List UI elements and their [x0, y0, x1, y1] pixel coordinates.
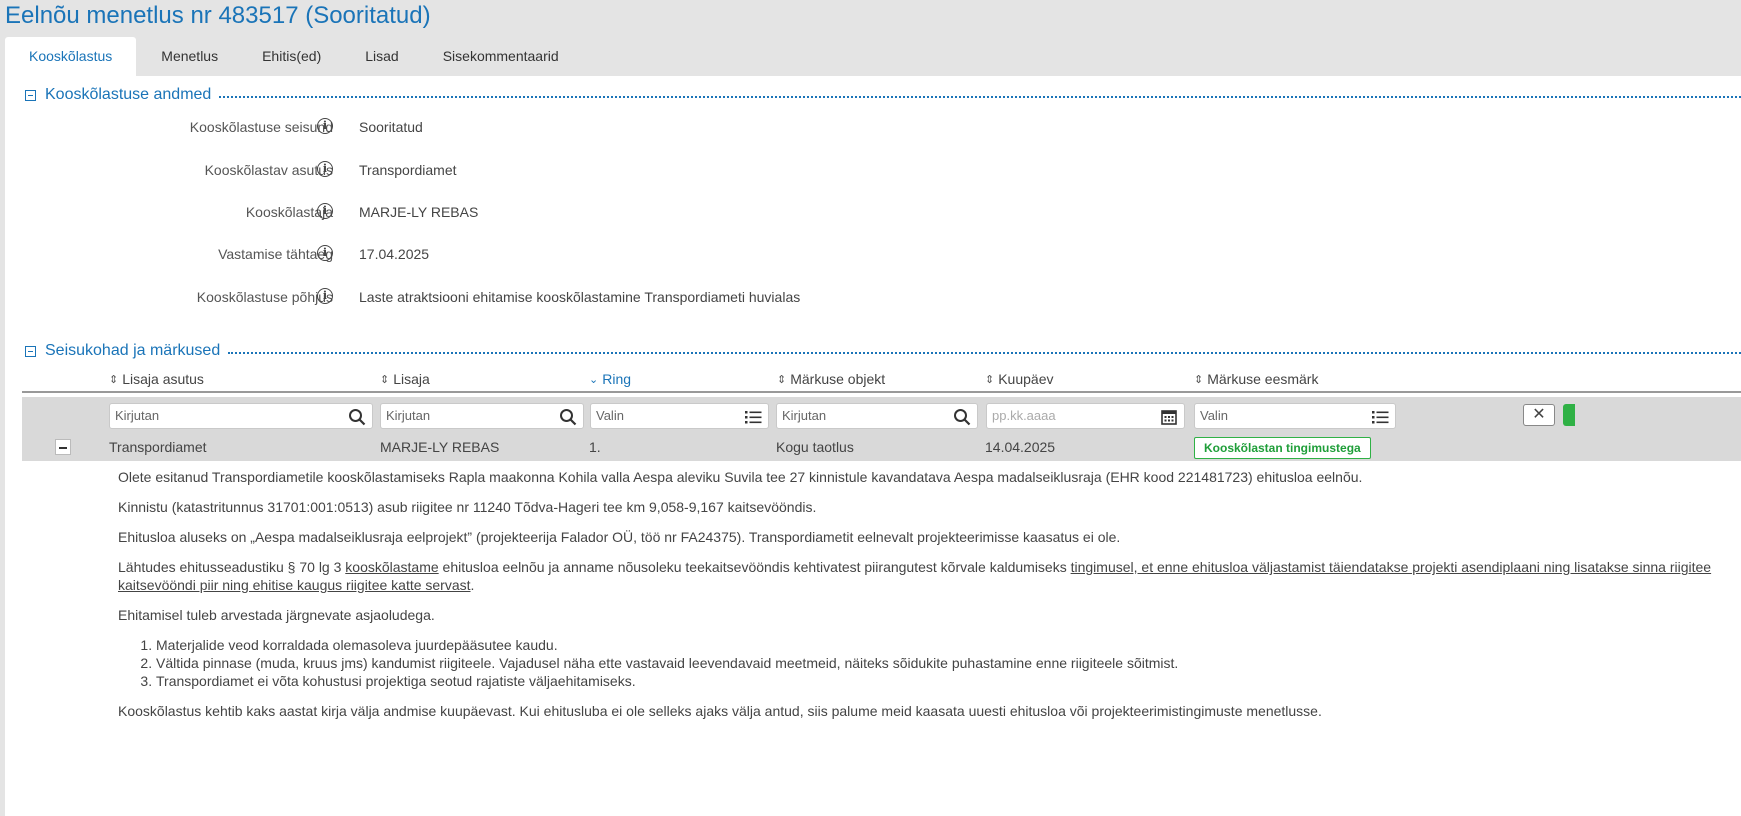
column-label: Lisaja asutus [122, 371, 204, 387]
cell-ring: 1. [589, 439, 601, 455]
column-header-lisaja-asutus[interactable]: ⇕ Lisaja asutus [109, 371, 204, 387]
tab-kooskolastus[interactable]: Kooskõlastus [5, 37, 137, 76]
filter-markuse-objekt[interactable]: Kirjutan [776, 403, 978, 429]
tab-sisekommentaarid[interactable]: Sisekommentaarid [421, 37, 581, 76]
column-header-kuupaev[interactable]: ⇕ Kuupäev [985, 371, 1054, 387]
info-icon[interactable]: i [317, 118, 333, 134]
field-seisund: Kooskõlastuse seisund i Sooritatud [5, 116, 1005, 138]
tab-bar: Kooskõlastus Menetlus Ehitis(ed) Lisad S… [5, 37, 581, 76]
cell-markuse-objekt: Kogu taotlus [776, 439, 854, 455]
text: Lähtudes ehitusseadustiku § 70 lg 3 [118, 559, 346, 575]
column-label: Märkuse eesmärk [1207, 371, 1319, 387]
remark-paragraph: Olete esitanud Transpordiametile kooskõl… [118, 469, 1363, 485]
header-divider [22, 391, 1741, 393]
field-pohjus: Kooskõlastuse põhjus i Laste atraktsioon… [5, 286, 1005, 308]
placeholder: Kirjutan [782, 408, 827, 423]
field-value: 17.04.2025 [359, 246, 430, 262]
column-header-markuse-eesmark[interactable]: ⇕ Märkuse eesmärk [1194, 371, 1318, 387]
sort-icon: ⇕ [1194, 373, 1204, 386]
placeholder: Kirjutan [386, 408, 431, 423]
search-icon[interactable] [953, 408, 971, 426]
sort-icon: ⇕ [380, 373, 390, 386]
field-label: Kooskõlastav asutus [204, 162, 333, 178]
list-item: Transpordiamet ei võta kohustusi projekt… [156, 672, 1741, 690]
underlined-text: kooskõlastame [345, 559, 439, 575]
sort-icon: ⇕ [985, 373, 995, 386]
sort-icon: ⇕ [109, 373, 119, 386]
section-title: Seisukohad ja märkused [45, 342, 221, 359]
field-kooskolastaja: Kooskõlastaja i MARJE-LY REBAS [5, 201, 1005, 223]
remark-detail: Olete esitanud Transpordiametile kooskõl… [118, 468, 1741, 720]
clear-filters-button[interactable]: ✕ [1523, 404, 1555, 426]
filter-ring[interactable]: Valin [590, 403, 769, 429]
section-title: Kooskõlastuse andmed [45, 86, 212, 103]
status-badge: Kooskõlastan tingimustega [1194, 437, 1371, 459]
column-header-ring[interactable]: ⌄ Ring [589, 371, 631, 387]
collapse-icon[interactable] [25, 345, 36, 357]
filter-kuupaev[interactable]: pp.kk.aaaa [986, 403, 1185, 429]
page-title: Eelnõu menetlus nr 483517 (Sooritatud) [5, 2, 431, 29]
field-value: Transpordiamet [359, 162, 457, 178]
sort-icon: ⇕ [777, 373, 787, 386]
column-label: Ring [602, 371, 632, 387]
placeholder: Kirjutan [115, 408, 160, 423]
info-icon[interactable]: i [317, 161, 333, 177]
list-icon[interactable] [744, 408, 762, 426]
tab-lisad[interactable]: Lisad [343, 37, 420, 76]
field-asutus: Kooskõlastav asutus i Transpordiamet [5, 159, 1005, 181]
text: ehitusloa eelnõu ja anname nõusoleku tee… [438, 559, 1071, 575]
column-label: Märkuse objekt [790, 371, 886, 387]
filter-lisaja-asutus[interactable]: Kirjutan [109, 403, 373, 429]
collapse-row-icon[interactable] [55, 439, 71, 455]
info-icon[interactable]: i [317, 245, 333, 261]
cell-lisaja-asutus: Transpordiamet [109, 439, 207, 455]
section-header-seisukohad: Seisukohad ja märkused [25, 341, 1741, 361]
remark-paragraph: Kinnistu (katastritunnus 31701:001:0513)… [118, 499, 817, 515]
field-tahtaeg: Vastamise tähtaeg i 17.04.2025 [5, 243, 1005, 265]
field-value: MARJE-LY REBAS [359, 204, 479, 220]
field-value: Sooritatud [359, 119, 423, 135]
tab-ehitised[interactable]: Ehitis(ed) [240, 37, 343, 76]
list-item: Materjalide veod korraldada olemasoleva … [156, 636, 1741, 654]
column-header-lisaja[interactable]: ⇕ Lisaja [380, 371, 430, 387]
list-item: Vältida pinnase (muda, kruus jms) kandum… [156, 654, 1741, 672]
remark-paragraph: Lähtudes ehitusseadustiku § 70 lg 3 koos… [118, 558, 1741, 594]
section-divider [228, 352, 1741, 354]
section-header-kooskolastuse-andmed: Kooskõlastuse andmed [25, 85, 1741, 105]
filter-markuse-eesmark[interactable]: Valin [1194, 403, 1396, 429]
remark-paragraph: Ehitamisel tuleb arvestada järgnevate as… [118, 607, 435, 623]
apply-filters-button[interactable] [1563, 404, 1575, 426]
info-icon[interactable]: i [317, 203, 333, 219]
placeholder: Valin [596, 408, 624, 423]
table-row[interactable]: Transpordiamet MARJE-LY REBAS 1. Kogu ta… [22, 434, 1741, 461]
field-label: Kooskõlastaja [245, 204, 333, 220]
tab-content: Kooskõlastuse andmed Kooskõlastuse seisu… [5, 76, 1741, 816]
field-label: Vastamise tähtaeg [218, 246, 333, 262]
section-divider [219, 96, 1741, 98]
placeholder: pp.kk.aaaa [992, 408, 1056, 423]
text: . [470, 577, 475, 593]
field-label: Kooskõlastuse seisund [189, 119, 333, 135]
field-label: Kooskõlastuse põhjus [196, 289, 333, 305]
remark-list: Materjalide veod korraldada olemasoleva … [118, 636, 1741, 690]
tab-menetlus[interactable]: Menetlus [136, 37, 240, 76]
list-icon[interactable] [1371, 408, 1389, 426]
remark-paragraph: Kooskõlastus kehtib kaks aastat kirja vä… [118, 703, 1322, 719]
search-icon[interactable] [348, 408, 366, 426]
sort-desc-icon: ⌄ [589, 373, 599, 386]
filter-lisaja[interactable]: Kirjutan [380, 403, 584, 429]
placeholder: Valin [1200, 408, 1228, 423]
filter-bar: Kirjutan Kirjutan Valin Kirjutan pp.kk.a… [22, 397, 1741, 434]
search-icon[interactable] [559, 408, 577, 426]
remark-paragraph: Ehitusloa aluseks on „Aespa madalseiklus… [118, 529, 1121, 545]
field-value: Laste atraktsiooni ehitamise kooskõlasta… [359, 289, 801, 305]
calendar-icon[interactable] [1160, 408, 1178, 426]
column-label: Lisaja [393, 371, 430, 387]
info-icon[interactable]: i [317, 288, 333, 304]
column-label: Kuupäev [998, 371, 1054, 387]
column-header-markuse-objekt[interactable]: ⇕ Märkuse objekt [777, 371, 885, 387]
cell-kuupaev: 14.04.2025 [985, 439, 1056, 455]
collapse-icon[interactable] [25, 89, 36, 101]
cell-lisaja: MARJE-LY REBAS [380, 439, 500, 455]
